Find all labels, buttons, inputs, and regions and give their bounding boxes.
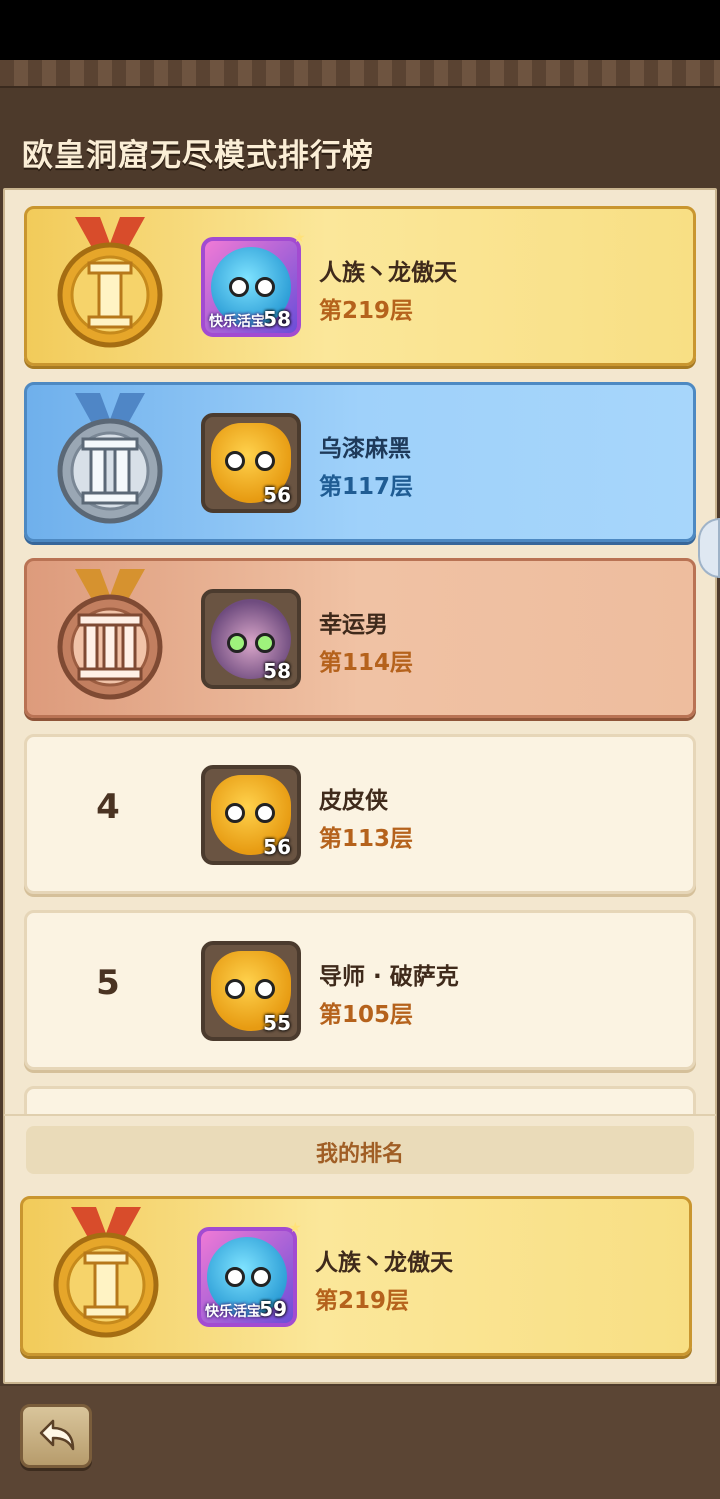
player-avatar[interactable]: 快乐活宝 59 (197, 1227, 297, 1327)
back-arrow-icon (39, 1419, 75, 1451)
player-avatar[interactable]: 56 (201, 765, 301, 865)
status-bar (0, 0, 720, 60)
leaderboard-row-1[interactable]: 快乐活宝 58 ★ 人族丶龙傲天 第219层 (24, 206, 696, 366)
player-name: 幸运男 (319, 612, 388, 638)
avatar-level: 59 (259, 1297, 287, 1321)
floor-count: 第113层 (319, 826, 414, 852)
player-name: 人族丶龙傲天 (315, 1250, 453, 1276)
avatar-level: 56 (263, 483, 291, 507)
footer-bar (0, 1386, 720, 1499)
player-name: 人族丶龙傲天 (319, 260, 457, 286)
floor-count: 第219层 (319, 298, 414, 324)
avatar-level: 58 (263, 659, 291, 683)
star-icon: ★ (293, 230, 306, 246)
page-title: 欧皇洞窟无尽模式排行榜 (22, 138, 374, 174)
player-avatar[interactable]: 55 (201, 941, 301, 1041)
leaderboard-row-6[interactable] (24, 1086, 696, 1116)
divider (4, 1114, 716, 1116)
floor-count: 第105层 (319, 1002, 414, 1028)
my-rank-header: 我的排名 (26, 1126, 694, 1174)
player-name: 乌漆麻黑 (319, 436, 411, 462)
leaderboard-row-3[interactable]: 58 幸运男 第114层 (24, 558, 696, 718)
side-drawer-handle[interactable] (698, 518, 720, 578)
gold-medal-icon (53, 1207, 159, 1338)
leaderboard-row-4[interactable]: 4 56 皮皮侠 第113层 (24, 734, 696, 894)
player-name: 导师 · 破萨克 (319, 964, 459, 990)
star-icon: ★ (289, 1220, 302, 1236)
avatar-level: 56 (263, 835, 291, 859)
leaderboard-list[interactable]: 快乐活宝 58 ★ 人族丶龙傲天 第219层 56 乌漆麻黑 第117层 58 … (4, 190, 716, 1116)
bronze-medal-icon (57, 569, 163, 700)
player-name: 皮皮侠 (319, 788, 388, 814)
player-avatar[interactable]: 快乐活宝 58 (201, 237, 301, 337)
avatar-level: 55 (263, 1011, 291, 1035)
avatar-tag: 快乐活宝 (205, 1304, 261, 1320)
rank-number: 5 (96, 963, 120, 1003)
player-avatar[interactable]: 58 (201, 589, 301, 689)
floor-count: 第114层 (319, 650, 414, 676)
avatar-tag: 快乐活宝 (209, 314, 265, 330)
leaderboard-row-2[interactable]: 56 乌漆麻黑 第117层 (24, 382, 696, 542)
silver-medal-icon (57, 393, 163, 524)
decorative-border (0, 60, 720, 88)
my-rank-row[interactable]: 快乐活宝 59 ★ 人族丶龙傲天 第219层 (20, 1196, 692, 1356)
floor-count: 第219层 (315, 1288, 410, 1314)
floor-count: 第117层 (319, 474, 414, 500)
my-rank-label: 我的排名 (315, 1142, 404, 1167)
rank-number: 4 (96, 787, 120, 827)
gold-medal-icon (57, 217, 163, 348)
back-button[interactable] (20, 1404, 92, 1468)
avatar-level: 58 (263, 307, 291, 331)
player-avatar[interactable]: 56 (201, 413, 301, 513)
leaderboard-row-5[interactable]: 5 55 导师 · 破萨克 第105层 (24, 910, 696, 1070)
